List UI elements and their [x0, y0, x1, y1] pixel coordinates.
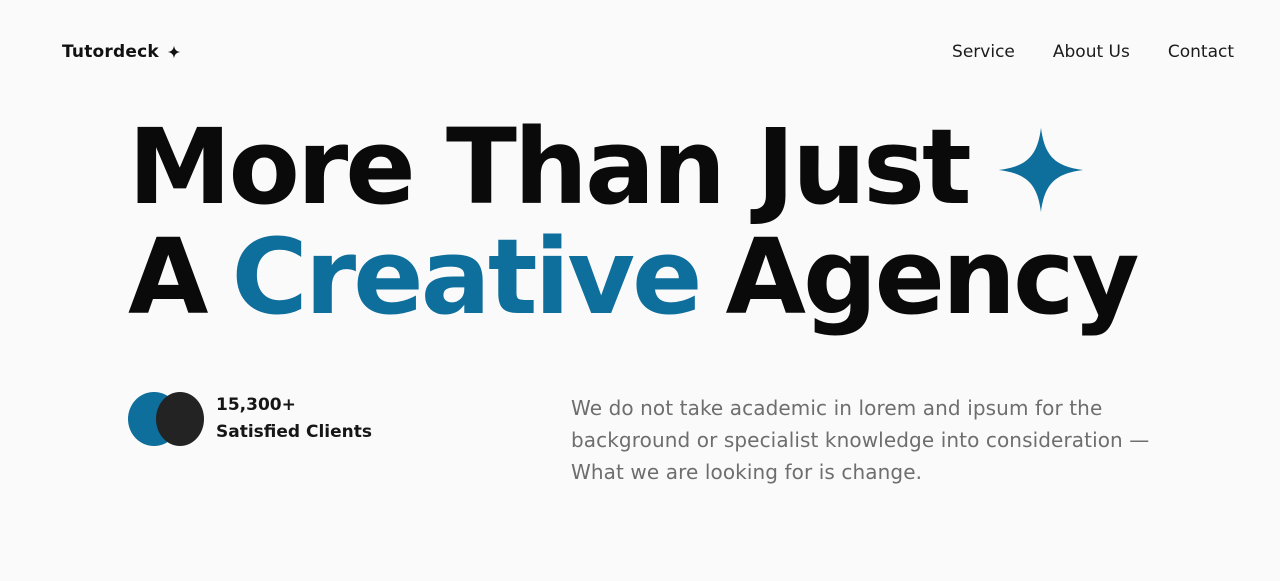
hero-headline: More Than Just A Creative Agency [128, 112, 1188, 332]
sparkle-icon [998, 127, 1083, 213]
stats-label: Satisfied Clients [216, 422, 373, 442]
top-navigation: Tutordeck Service About Us Contact [62, 38, 1234, 66]
headline-line-1: More Than Just [128, 112, 1188, 222]
stats-text: 15,300+ Satisfied Clients [216, 392, 372, 446]
main-menu: Service About Us Contact [952, 42, 1234, 62]
nav-link-service[interactable]: Service [952, 42, 1015, 62]
stats-avatar-circles [128, 391, 204, 447]
sparkle-icon [167, 45, 181, 59]
stats-count: 15,300+ [216, 395, 296, 415]
hero-description: We do not take academic in lorem and ips… [571, 396, 1150, 484]
client-stats: 15,300+ Satisfied Clients [128, 391, 372, 447]
nav-link-contact[interactable]: Contact [1168, 42, 1234, 62]
headline-line-2: A Creative Agency [128, 222, 1188, 332]
headline-text-1: More Than Just [128, 106, 972, 228]
brand-logo[interactable]: Tutordeck [62, 42, 181, 62]
nav-link-about-us[interactable]: About Us [1053, 42, 1130, 62]
headline-prefix: A [128, 216, 208, 338]
headline-suffix: Agency [725, 216, 1140, 338]
brand-name: Tutordeck [62, 42, 159, 62]
dark-circle [156, 392, 204, 446]
headline-accent-word: Creative [231, 216, 703, 338]
